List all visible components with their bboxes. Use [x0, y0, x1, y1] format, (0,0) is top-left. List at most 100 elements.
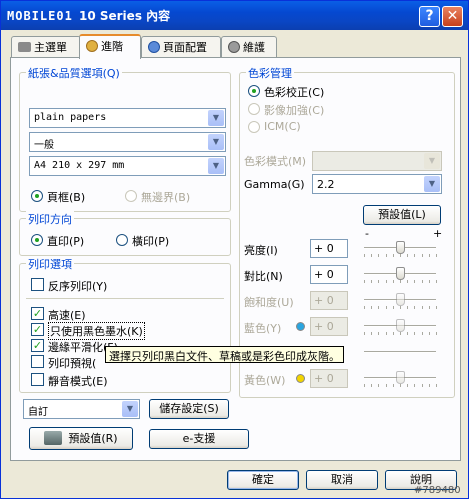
- slider-thumb[interactable]: [396, 319, 405, 332]
- color-mode-label: 色彩模式(M): [244, 155, 307, 168]
- slider-tick: [436, 332, 437, 335]
- slider-tick: [386, 280, 387, 283]
- slider-thumb[interactable]: [396, 241, 405, 254]
- printer-icon: [44, 431, 63, 445]
- paper-quality-group: 紙張&品質選項(Q) plain papers ▼ 一般 ▼ A4 210 x …: [19, 65, 231, 212]
- slider-tick: [371, 254, 372, 257]
- paper-size-select[interactable]: A4 210 x 297 mm ▼: [29, 156, 226, 176]
- gamma-select[interactable]: 2.2 ▼: [312, 174, 442, 194]
- color-defaults-button[interactable]: 預設值(L): [363, 205, 441, 225]
- esupport-button[interactable]: e-支援: [149, 429, 249, 449]
- printer-properties-window: MOBILE01 10 Series 內容 ? ✕ 主選單 進階 頁面配置 維護…: [0, 0, 469, 499]
- chevron-down-icon[interactable]: ▼: [424, 153, 440, 169]
- color-management-title: 色彩管理: [246, 65, 294, 81]
- print-preview-checkbox[interactable]: [31, 355, 44, 368]
- preset-select[interactable]: 自訂 ▼: [23, 399, 140, 419]
- tab-page-layout[interactable]: 頁面配置: [141, 36, 221, 57]
- divider: [26, 298, 224, 299]
- icm-radio[interactable]: [248, 121, 260, 133]
- mobile01-logo: MOBILE01: [7, 9, 73, 23]
- slider-tick: [393, 254, 394, 257]
- slider-tick: [429, 280, 430, 283]
- ok-button[interactable]: 確定: [227, 470, 299, 490]
- help-button[interactable]: ?: [419, 6, 440, 27]
- slider-tick: [429, 254, 430, 257]
- slider-tick: [414, 332, 415, 335]
- title-bar[interactable]: MOBILE01 10 Series 內容 ? ✕: [1, 1, 468, 30]
- chevron-down-icon[interactable]: ▼: [424, 176, 440, 192]
- gear-icon: [86, 40, 98, 52]
- slider-tick: [414, 306, 415, 309]
- color-mode-select[interactable]: ▼: [312, 151, 442, 171]
- slider-label: 亮度(I): [244, 244, 278, 257]
- watermark: #789480: [414, 485, 461, 496]
- border-label: 頁框(B): [47, 191, 86, 204]
- slider-tick: [407, 332, 408, 335]
- slider-tick: [429, 306, 430, 309]
- chevron-down-icon[interactable]: ▼: [208, 110, 224, 126]
- media-type-select[interactable]: plain papers ▼: [29, 108, 226, 128]
- high-speed-label: 高速(E): [48, 309, 86, 322]
- chevron-down-icon[interactable]: ▼: [208, 158, 224, 174]
- slider-tick: [407, 384, 408, 387]
- borderless-radio[interactable]: [125, 190, 137, 202]
- close-button[interactable]: ✕: [442, 6, 463, 27]
- slider-tick: [436, 306, 437, 309]
- slider-track[interactable]: [364, 351, 436, 353]
- slider-tick: [422, 254, 423, 257]
- reverse-order-checkbox[interactable]: [31, 278, 44, 291]
- slider-thumb[interactable]: [396, 293, 405, 306]
- quality-select[interactable]: 一般 ▼: [29, 132, 226, 152]
- tab-advanced[interactable]: 進階: [79, 34, 141, 59]
- slider-tick: [407, 280, 408, 283]
- slider-label: 藍色(Y): [244, 322, 282, 335]
- slider-tick: [436, 254, 437, 257]
- slider-tick: [422, 384, 423, 387]
- portrait-label: 直印(P): [47, 235, 85, 248]
- high-speed-checkbox[interactable]: ✓: [31, 307, 44, 320]
- slider-tick: [429, 332, 430, 335]
- landscape-radio[interactable]: [116, 234, 128, 246]
- slider-thumb[interactable]: [396, 371, 405, 384]
- quiet-mode-checkbox[interactable]: [31, 373, 44, 386]
- chevron-down-icon[interactable]: ▼: [122, 401, 138, 417]
- slider-tick: [386, 306, 387, 309]
- portrait-radio[interactable]: [31, 234, 43, 246]
- defaults-button[interactable]: 預設值(R): [29, 427, 133, 450]
- slider-value-field[interactable]: + 0: [310, 291, 348, 310]
- edge-smoothing-checkbox[interactable]: ✓: [31, 339, 44, 352]
- slider-tick: [364, 254, 365, 257]
- slider-tick: [400, 254, 401, 257]
- black-ink-tooltip: 選擇只列印黑白文件、草稿或是彩色印成灰階。: [105, 346, 344, 363]
- slider-thumb[interactable]: [396, 267, 405, 280]
- slider-tick: [371, 332, 372, 335]
- slider-tick: [393, 306, 394, 309]
- slider-value-field[interactable]: + 0: [310, 265, 348, 284]
- black-ink-checkbox[interactable]: ✓: [31, 323, 44, 336]
- slider-value-field[interactable]: + 0: [310, 317, 348, 336]
- photo-enhance-radio[interactable]: [248, 103, 260, 115]
- slider-value-field[interactable]: + 0: [310, 369, 348, 388]
- slider-tick: [393, 332, 394, 335]
- slider-value-field[interactable]: + 0: [310, 239, 348, 258]
- save-settings-button[interactable]: 儲存設定(S): [149, 399, 229, 419]
- tab-panel-advanced: 紙張&品質選項(Q) plain papers ▼ 一般 ▼ A4 210 x …: [10, 57, 461, 461]
- slider-tick: [407, 254, 408, 257]
- color-controls-radio[interactable]: [248, 85, 260, 97]
- slider-tick: [414, 280, 415, 283]
- tab-main[interactable]: 主選單: [11, 36, 81, 57]
- photo-enhance-label: 影像加強(C): [264, 104, 325, 117]
- cancel-button[interactable]: 取消: [306, 470, 378, 490]
- quiet-mode-label: 靜音模式(E): [48, 375, 108, 388]
- printer-icon: [18, 42, 31, 52]
- print-options-group: 列印選項 反序列印(Y) ✓ 高速(E) ✓ 只使用黑色墨水(K) ✓ 邊緣平滑…: [19, 256, 231, 393]
- borderless-label: 無邊界(B): [141, 191, 191, 204]
- slider-label: 飽和度(U): [244, 296, 294, 309]
- border-radio[interactable]: [31, 190, 43, 202]
- slider-tick: [422, 280, 423, 283]
- tab-maintenance[interactable]: 維護: [221, 36, 277, 57]
- slider-minus-label: -: [365, 227, 369, 240]
- chevron-down-icon[interactable]: ▼: [208, 134, 224, 150]
- slider-tick: [400, 332, 401, 335]
- slider-tick: [393, 384, 394, 387]
